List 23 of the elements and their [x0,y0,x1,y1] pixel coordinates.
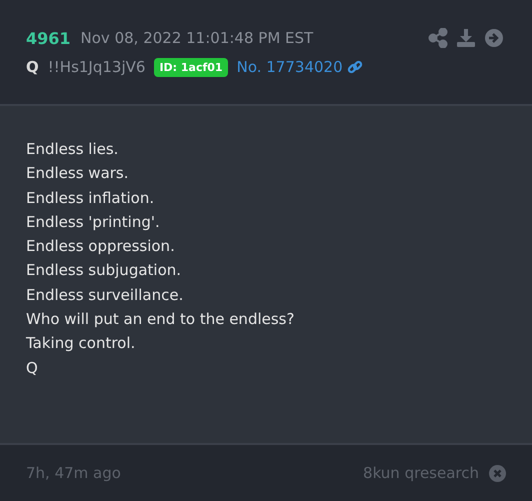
arrow-right-icon[interactable] [484,28,504,48]
tripcode: !!Hs1Jq13jV6 [48,58,146,76]
message-line: Endless 'printing'. [26,212,161,233]
post-source: 8kun qresearch [363,464,479,482]
download-icon[interactable] [456,28,476,48]
message-line: Endless inflation. [26,188,156,209]
link-icon[interactable] [346,59,363,75]
message-line: Endless oppression. [26,236,176,258]
message-line: Endless surveillance. [26,284,184,306]
post-number: 4961 [26,28,71,48]
message-line: Endless subjugation. [26,260,182,282]
message-line: Q [26,358,39,379]
author-name: Q [26,58,39,76]
post-timestamp: Nov 08, 2022 11:01:48 PM EST [80,29,314,47]
id-badge: ID: 1acf01 [154,58,228,76]
message-line: Endless lies. [26,139,120,160]
share-icon[interactable] [428,28,448,48]
post-link[interactable]: No. 17734020 [236,58,343,76]
post-age: 7h, 47m ago [26,464,121,482]
message-line: Who will put an end to the endless? [26,309,296,330]
message-line: Endless wars. [26,163,130,184]
message-line: Taking control. [26,333,136,354]
close-icon[interactable] [489,464,506,482]
